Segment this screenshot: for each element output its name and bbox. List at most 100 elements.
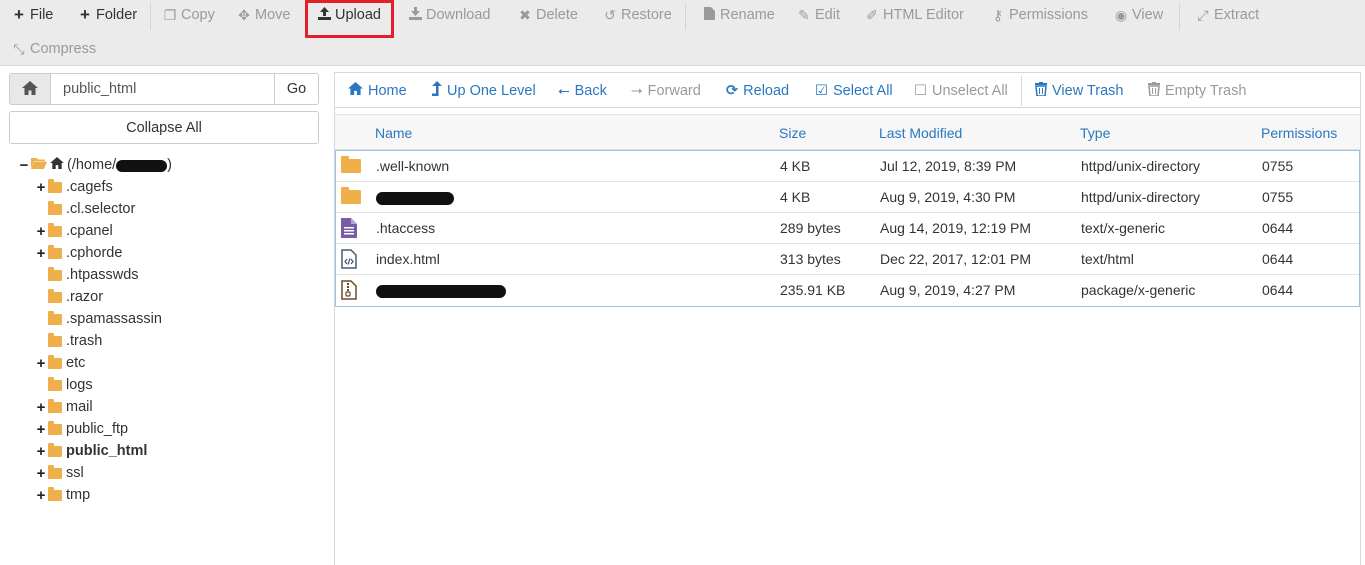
compress-button[interactable]: ⤡ Compress [12,34,96,64]
path-input[interactable] [50,73,275,105]
edit-button[interactable]: ✎ Edit [797,0,840,30]
move-button[interactable]: ✥ Move [237,0,290,30]
html-editor-button[interactable]: ✐ HTML Editor [865,0,964,30]
tree-item[interactable]: + public_html [35,440,147,462]
toolbar-divider [685,3,686,30]
tree-item[interactable]: .cl.selector [35,198,135,220]
undo-icon: ↺ [604,6,616,23]
tree-item[interactable]: + etc [35,352,85,374]
column-header-size[interactable]: Size [779,115,806,151]
tree-item-label: .htpasswds [66,267,139,283]
file-row[interactable]: .well-known 4 KB Jul 12, 2019, 8:39 PM http… [336,151,1359,182]
eye-icon: ◉ [1114,6,1128,23]
tree-item[interactable]: + mail [35,396,93,418]
folder-icon [48,288,62,303]
file-row[interactable]: .htaccess 289 bytes Aug 14, 2019, 12:19 PM… [336,213,1359,244]
tree-item[interactable]: + .cagefs [35,176,113,198]
folder-icon [48,398,62,413]
tree-item-label: .cagefs [66,179,113,195]
trash-icon [1148,81,1160,100]
new-folder-label: Folder [96,7,138,23]
folder-icon [48,244,62,259]
view-trash-button[interactable]: View Trash [1035,73,1123,108]
file-size: 4 KB [780,189,811,205]
view-button[interactable]: ◉ View [1114,0,1163,30]
folder-icon [48,310,62,325]
permissions-button[interactable]: ⚷ Permissions [991,0,1088,30]
file-type: text/x-generic [1081,220,1166,236]
back-button[interactable]: ⭠ Back [558,73,607,108]
trash-icon [1035,81,1047,100]
download-button[interactable]: Download [408,0,491,30]
forward-button[interactable]: ⭢ Forward [631,73,701,108]
restore-button[interactable]: ↺ Restore [603,0,672,30]
tree-root-label: (/home/ [67,157,117,173]
file-row[interactable]: 4 KB Aug 9, 2019, 4:30 PM httpd/unix-direc… [336,182,1359,213]
edit-label: Edit [815,7,840,23]
copy-button[interactable]: ❐ Copy [163,0,215,30]
expand-toggle-icon[interactable]: + [35,487,47,504]
folder-icon [48,200,62,215]
column-header-last-modified[interactable]: Last Modified [879,115,962,151]
file-size: 313 bytes [780,251,841,267]
reload-button[interactable]: ⟳ Reload [726,73,789,108]
file-type: text/html [1081,251,1134,267]
collapse-all-button[interactable]: Collapse All [9,111,319,144]
folder-icon [48,266,62,281]
restore-label: Restore [621,7,672,23]
column-header-name[interactable]: Name [375,115,412,151]
file-name: .well-known [376,158,450,174]
unselect-all-button[interactable]: ☐ Unselect All [914,73,1008,108]
go-button[interactable]: Go [274,73,319,105]
tree-item-label: tmp [66,487,91,503]
home-nav-button[interactable]: Home [348,73,407,108]
tree-item[interactable]: .trash [35,330,102,352]
file-row[interactable]: index.html 313 bytes Dec 22, 2017, 12:01 P… [336,244,1359,275]
expand-toggle-icon[interactable]: + [35,465,47,482]
collapse-toggle-icon[interactable]: − [18,157,30,174]
tree-item[interactable]: .razor [35,286,103,308]
up-one-level-button[interactable]: Up One Level [432,73,536,108]
tree-root-label-end: ) [167,157,173,173]
expand-toggle-icon[interactable]: + [35,443,47,460]
tree-item[interactable]: logs [35,374,93,396]
tree-item[interactable]: .htpasswds [35,264,139,286]
new-folder-button[interactable]: + Folder [78,0,137,30]
empty-trash-button[interactable]: Empty Trash [1148,73,1246,108]
extract-button[interactable]: ⤢ Extract [1196,0,1259,30]
expand-toggle-icon[interactable]: + [35,421,47,438]
tree-item[interactable]: .spamassassin [35,308,162,330]
rename-button[interactable]: Rename [702,0,775,30]
expand-toggle-icon[interactable]: + [35,245,47,262]
file-permissions: 0755 [1262,158,1294,174]
download-icon [408,7,422,23]
tree-item-label: .razor [66,289,104,305]
tree-item[interactable]: + .cphorde [35,242,122,264]
column-header-type[interactable]: Type [1080,115,1110,151]
folder-icon [48,420,62,435]
tree-item[interactable]: + .cpanel [35,220,113,242]
tree-item[interactable]: + ssl [35,462,84,484]
tree-item[interactable]: + public_ftp [35,418,128,440]
tree-item-label: public_ftp [66,421,129,437]
file-type: package/x-generic [1081,282,1196,298]
tree-root[interactable]: − (/home/ ) [18,154,172,176]
new-file-button[interactable]: + File [12,0,53,30]
home-dir-button[interactable] [9,73,51,105]
up-one-level-label: Up One Level [447,82,536,99]
expand-toggle-icon[interactable]: + [35,399,47,416]
delete-label: Delete [536,7,578,23]
select-all-button[interactable]: ☑ Select All [815,73,893,108]
file-modified: Aug 9, 2019, 4:30 PM [880,189,1016,205]
download-label: Download [426,7,491,23]
nav-bar: Home Up One Level ⭠ Back ⭢ Forward ⟳ Rel… [335,73,1360,108]
expand-toggle-icon[interactable]: + [35,355,47,372]
file-permissions: 0644 [1262,282,1294,298]
file-type: httpd/unix-directory [1081,189,1201,205]
expand-toggle-icon[interactable]: + [35,179,47,196]
tree-item[interactable]: + tmp [35,484,90,506]
delete-button[interactable]: ✖ Delete [518,0,578,30]
expand-toggle-icon[interactable]: + [35,223,47,240]
column-header-permissions[interactable]: Permissions [1261,115,1337,151]
file-row[interactable]: 235.91 KB Aug 9, 2019, 4:27 PM package/x-g… [336,275,1359,306]
